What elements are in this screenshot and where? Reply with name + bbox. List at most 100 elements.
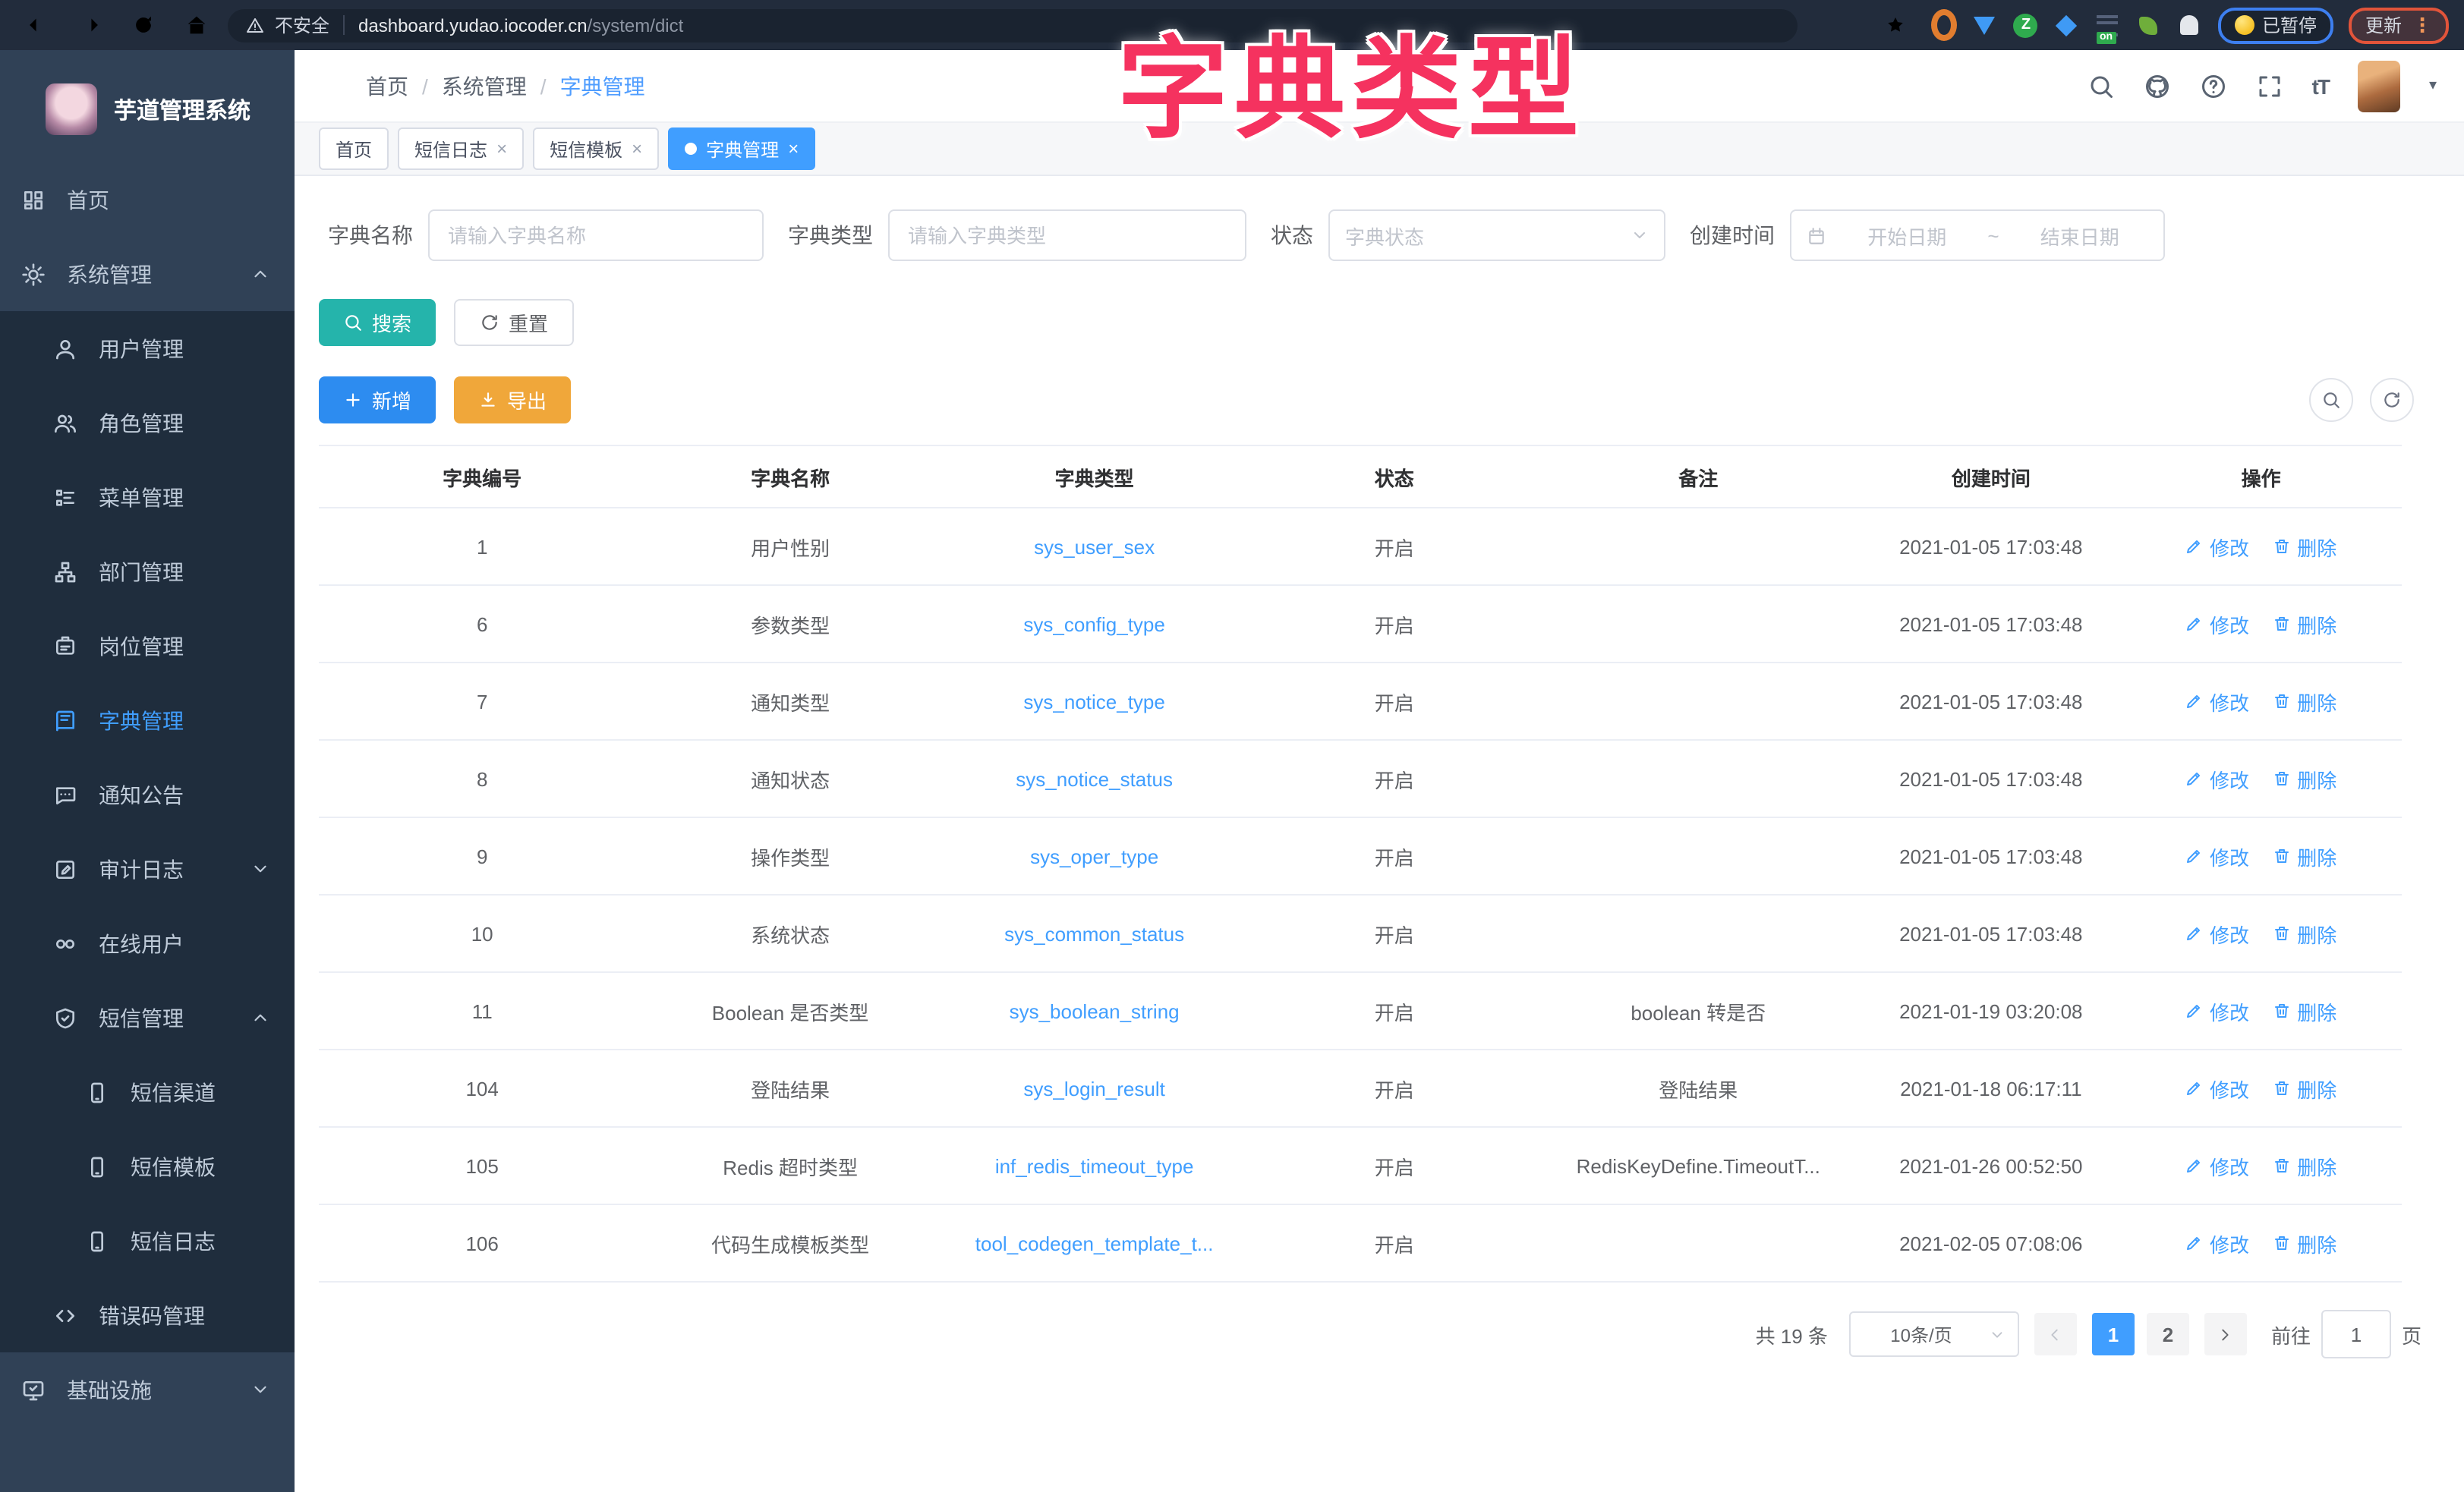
sidebar-item-errcode[interactable]: 错误码管理 (0, 1278, 295, 1352)
tab-close-icon[interactable]: × (788, 140, 799, 158)
sidebar-item-infra[interactable]: 基础设施 (0, 1352, 295, 1427)
delete-link[interactable]: 删除 (2273, 1151, 2336, 1180)
help-icon[interactable] (2200, 72, 2227, 99)
sidebar-item-label: 审计日志 (99, 854, 184, 884)
ext-z-icon[interactable]: Z (2013, 12, 2039, 38)
tab-close-icon[interactable]: × (496, 140, 507, 158)
tab-短信模板[interactable]: 短信模板 × (533, 127, 659, 170)
refresh-table-button[interactable] (2370, 378, 2414, 422)
delete-link[interactable]: 删除 (2273, 532, 2336, 561)
sidebar-item-home[interactable]: 首页 (0, 162, 295, 237)
delete-link[interactable]: 删除 (2273, 764, 2336, 793)
goto-page-input[interactable] (2321, 1310, 2391, 1358)
page-number-1[interactable]: 1 (2092, 1313, 2135, 1355)
delete-link[interactable]: 删除 (2273, 919, 2336, 948)
page-number-2[interactable]: 2 (2147, 1313, 2189, 1355)
delete-link[interactable]: 删除 (2273, 842, 2336, 870)
delete-link[interactable]: 删除 (2273, 1229, 2336, 1257)
sidebar-nav: 首页 系统管理 用户管理 角色管理 菜单管理 部门管理 岗位管理 字典管理 通知… (0, 162, 295, 1492)
reset-button[interactable]: 重置 (454, 299, 574, 346)
cell-dict-type-link[interactable]: tool_codegen_template_t... (935, 1204, 1254, 1282)
screen: 不安全 dashboard.yudao.iocoder.cn/system/di… (0, 0, 2464, 1492)
bookmark-star-icon[interactable] (1884, 14, 1907, 36)
sidebar-item-post[interactable]: 岗位管理 (0, 609, 295, 683)
export-button[interactable]: 导出 (454, 376, 571, 423)
sidebar-item-notice[interactable]: 通知公告 (0, 757, 295, 832)
tab-短信日志[interactable]: 短信日志 × (398, 127, 524, 170)
delete-link[interactable]: 删除 (2273, 996, 2336, 1025)
ext-sprout-icon[interactable] (2136, 12, 2162, 38)
tab-close-icon[interactable]: × (632, 140, 642, 158)
back-icon[interactable] (24, 12, 50, 38)
edit-link[interactable]: 修改 (2185, 764, 2249, 793)
sidebar-item-sms-log[interactable]: 短信日志 (0, 1204, 295, 1278)
reload-icon[interactable] (131, 12, 156, 38)
user-avatar[interactable] (2358, 60, 2400, 112)
cell-dict-type-link[interactable]: sys_user_sex (935, 508, 1254, 585)
cell-dict-type-link[interactable]: sys_oper_type (935, 817, 1254, 895)
edit-link[interactable]: 修改 (2185, 1074, 2249, 1103)
sidebar-item-sms-channel[interactable]: 短信渠道 (0, 1055, 295, 1129)
font-size-icon[interactable]: tT (2312, 74, 2329, 98)
delete-link[interactable]: 删除 (2273, 1074, 2336, 1103)
status-select[interactable]: 字典状态 (1328, 209, 1665, 261)
sidebar-item-system[interactable]: 系统管理 (0, 237, 295, 311)
sidebar-item-menu[interactable]: 菜单管理 (0, 460, 295, 534)
edit-link[interactable]: 修改 (2185, 1229, 2249, 1257)
address-bar[interactable]: 不安全 dashboard.yudao.iocoder.cn/system/di… (228, 8, 1798, 42)
ext-donut-orange-icon[interactable] (1931, 12, 1957, 38)
edit-link[interactable]: 修改 (2185, 609, 2249, 638)
edit-link[interactable]: 修改 (2185, 532, 2249, 561)
ext-gem-icon[interactable] (1972, 12, 1998, 38)
ext-figure-icon[interactable] (2177, 12, 2203, 38)
tab-首页[interactable]: 首页 (319, 127, 389, 170)
fullscreen-icon[interactable] (2256, 72, 2283, 99)
breadcrumb-home[interactable]: 首页 (366, 71, 408, 101)
edit-link[interactable]: 修改 (2185, 919, 2249, 948)
paused-badge[interactable]: 已暂停 (2218, 7, 2333, 43)
sidebar-item-audit[interactable]: 审计日志 (0, 832, 295, 906)
sidebar-item-online[interactable]: 在线用户 (0, 906, 295, 981)
date-range-picker[interactable]: 开始日期 ~ 结束日期 (1790, 209, 2165, 261)
breadcrumb-system[interactable]: 系统管理 (442, 71, 527, 101)
sidebar-item-sms-template[interactable]: 短信模板 (0, 1129, 295, 1204)
menu-dots-icon[interactable]: ⋮ (2412, 13, 2432, 37)
cell-dict-type-link[interactable]: sys_boolean_string (935, 972, 1254, 1050)
delete-link[interactable]: 删除 (2273, 609, 2336, 638)
cell-dict-type-link[interactable]: sys_notice_status (935, 740, 1254, 817)
add-button[interactable]: 新增 (319, 376, 436, 423)
hamburger-icon[interactable] (316, 71, 345, 100)
sidebar-item-dept[interactable]: 部门管理 (0, 534, 295, 609)
delete-link[interactable]: 删除 (2273, 687, 2336, 716)
avatar-caret-icon[interactable]: ▾ (2429, 77, 2437, 94)
edit-link[interactable]: 修改 (2185, 687, 2249, 716)
cell-dict-type-link[interactable]: sys_notice_type (935, 663, 1254, 740)
prev-page-button[interactable] (2034, 1313, 2077, 1355)
edit-link[interactable]: 修改 (2185, 1151, 2249, 1180)
browser-home-icon[interactable] (184, 12, 210, 38)
edit-link[interactable]: 修改 (2185, 842, 2249, 870)
ext-list-on-icon[interactable]: on (2095, 12, 2121, 38)
tab-字典管理[interactable]: 字典管理 × (668, 127, 815, 170)
forward-icon[interactable] (77, 12, 103, 38)
cell-dict-type-link[interactable]: sys_login_result (935, 1050, 1254, 1127)
github-icon[interactable] (2144, 72, 2171, 99)
cell-dict-type-link[interactable]: inf_redis_timeout_type (935, 1127, 1254, 1204)
sidebar-item-role[interactable]: 角色管理 (0, 386, 295, 460)
search-button[interactable]: 搜索 (319, 299, 436, 346)
search-icon[interactable] (2087, 72, 2115, 99)
update-badge[interactable]: 更新⋮ (2349, 7, 2449, 43)
toggle-search-button[interactable] (2309, 378, 2353, 422)
cell-actions: 修改 删除 (2120, 1204, 2402, 1282)
sidebar-item-dict[interactable]: 字典管理 (0, 683, 295, 757)
cell-dict-type-link[interactable]: sys_common_status (935, 895, 1254, 972)
edit-link[interactable]: 修改 (2185, 996, 2249, 1025)
ext-diamond-icon[interactable] (2054, 12, 2080, 38)
cell-dict-type-link[interactable]: sys_config_type (935, 585, 1254, 663)
sidebar-item-sms[interactable]: 短信管理 (0, 981, 295, 1055)
page-size-select[interactable]: 10条/页 (1849, 1311, 2019, 1357)
next-page-button[interactable] (2204, 1313, 2247, 1355)
dict-name-input[interactable] (428, 209, 764, 261)
dict-type-input[interactable] (888, 209, 1246, 261)
sidebar-item-user[interactable]: 用户管理 (0, 311, 295, 386)
